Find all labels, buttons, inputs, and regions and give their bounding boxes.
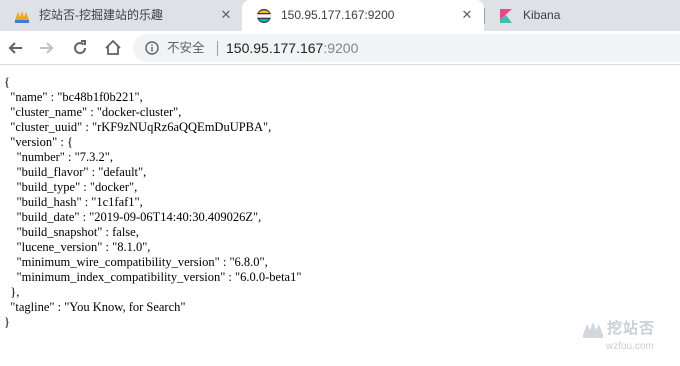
watermark-brand: 挖站否 <box>607 320 656 337</box>
json-response: { "name" : "bc48b1f0b221", "cluster_name… <box>4 75 302 329</box>
tab-title: 挖站否-挖掘建站的乐趣 <box>39 8 163 22</box>
back-arrow-icon[interactable] <box>6 38 26 58</box>
security-status-label[interactable]: 不安全 <box>167 41 205 56</box>
watermark: 挖站否 wzfou.com <box>576 319 666 359</box>
info-icon[interactable] <box>145 41 159 55</box>
wzfou-watermark-logo-icon <box>582 319 604 339</box>
address-bar[interactable]: 不安全 150.95.177.167:9200 <box>133 34 680 62</box>
watermark-domain: wzfou.com <box>606 341 654 352</box>
url-text[interactable]: 150.95.177.167:9200 <box>226 40 358 56</box>
tab-title: 150.95.177.167:9200 <box>281 8 395 22</box>
tab-title: Kibana <box>523 8 561 22</box>
url-host: 150.95.177.167 <box>226 40 324 56</box>
elastic-logo-icon <box>256 8 272 24</box>
kibana-logo-icon <box>498 8 514 24</box>
tab-elasticsearch[interactable]: 150.95.177.167:9200 ✕ <box>242 0 484 31</box>
reload-icon[interactable] <box>70 38 90 58</box>
close-tab-icon[interactable]: ✕ <box>459 7 475 23</box>
tab-kibana[interactable]: Kibana <box>484 0 680 31</box>
close-tab-icon[interactable]: ✕ <box>218 7 234 23</box>
wzfou-logo-icon <box>14 8 30 24</box>
forward-arrow-icon[interactable] <box>36 38 56 58</box>
tab-strip: 挖站否-挖掘建站的乐趣 ✕ 150.95.177.167:9200 ✕ Kiba… <box>0 0 680 31</box>
home-icon[interactable] <box>103 38 123 58</box>
browser-toolbar: 不安全 150.95.177.167:9200 <box>0 31 680 65</box>
omnibox-divider <box>217 41 218 56</box>
tab-wzfou[interactable]: 挖站否-挖掘建站的乐趣 ✕ <box>0 0 242 31</box>
url-port: :9200 <box>323 40 359 56</box>
